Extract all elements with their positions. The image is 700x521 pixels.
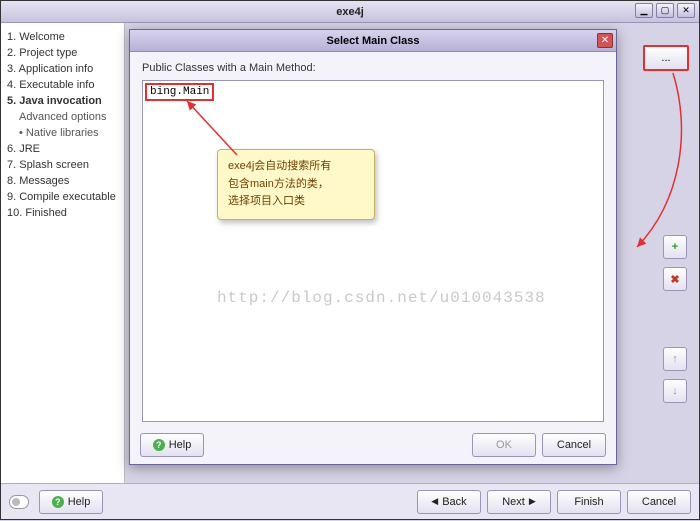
help-icon: ?: [153, 439, 165, 451]
dialog-footer: ? Help OK Cancel: [130, 426, 616, 464]
class-listbox[interactable]: bing.Main: [142, 80, 604, 422]
close-button[interactable]: ✕: [677, 3, 695, 18]
window-title: exe4j: [336, 6, 364, 18]
step-finished[interactable]: 10. Finished: [5, 205, 120, 221]
step-executable-info[interactable]: 4. Executable info: [5, 77, 120, 93]
browse-label: ...: [661, 52, 670, 64]
finish-label: Finish: [574, 496, 603, 508]
dialog-ok-button[interactable]: OK: [472, 433, 536, 457]
help-icon: ?: [52, 496, 64, 508]
dialog-label: Public Classes with a Main Method:: [142, 62, 604, 74]
window-controls: ▁ ▢ ✕: [635, 3, 695, 18]
delete-button[interactable]: ✖: [663, 267, 687, 291]
move-up-button[interactable]: ↑: [663, 347, 687, 371]
next-button[interactable]: Next ▶: [487, 490, 551, 514]
dialog-help-label: Help: [169, 439, 192, 451]
minimize-button[interactable]: ▁: [635, 3, 653, 18]
step-messages[interactable]: 8. Messages: [5, 173, 120, 189]
class-list-item[interactable]: bing.Main: [145, 83, 214, 101]
help-label: Help: [68, 496, 91, 508]
add-button[interactable]: +: [663, 235, 687, 259]
delete-icon: ✖: [670, 273, 679, 286]
step-compile-executable[interactable]: 9. Compile executable: [5, 189, 120, 205]
step-application-info[interactable]: 3. Application info: [5, 61, 120, 77]
step-native-libraries[interactable]: Native libraries: [5, 125, 120, 141]
callout-line-2: 包含main方法的类，: [228, 176, 364, 194]
arrow-up-icon: ↑: [672, 353, 678, 365]
step-advanced-options[interactable]: Advanced options: [5, 109, 120, 125]
dialog-close-button[interactable]: ✕: [597, 33, 613, 48]
plus-icon: +: [672, 241, 678, 253]
select-main-class-dialog: Select Main Class ✕ Public Classes with …: [129, 29, 617, 465]
back-label: Back: [442, 496, 466, 508]
wizard-steps: 1. Welcome 2. Project type 3. Applicatio…: [1, 23, 125, 483]
next-label: Next: [502, 496, 525, 508]
help-button[interactable]: ? Help: [39, 490, 103, 514]
window-titlebar: exe4j ▁ ▢ ✕: [1, 1, 699, 23]
dialog-cancel-button[interactable]: Cancel: [542, 433, 606, 457]
wizard-bottombar: ? Help ◀ Back Next ▶ Finish Cancel: [1, 483, 699, 519]
browse-button[interactable]: ...: [643, 45, 689, 71]
dialog-cancel-label: Cancel: [557, 439, 591, 451]
dialog-titlebar: Select Main Class ✕: [130, 30, 616, 52]
toggle-icon[interactable]: [9, 495, 29, 509]
move-down-button[interactable]: ↓: [663, 379, 687, 403]
back-button[interactable]: ◀ Back: [417, 490, 481, 514]
finish-button[interactable]: Finish: [557, 490, 621, 514]
dialog-ok-label: OK: [496, 439, 512, 451]
step-splash-screen[interactable]: 7. Splash screen: [5, 157, 120, 173]
cancel-label: Cancel: [642, 496, 676, 508]
dialog-title: Select Main Class: [327, 35, 420, 47]
step-welcome[interactable]: 1. Welcome: [5, 29, 120, 45]
arrow-down-icon: ↓: [672, 385, 678, 397]
chevron-right-icon: ▶: [529, 496, 536, 507]
chevron-left-icon: ◀: [431, 496, 438, 507]
annotation-callout: exe4j会自动搜索所有 包含main方法的类， 选择项目入口类: [217, 149, 375, 220]
step-project-type[interactable]: 2. Project type: [5, 45, 120, 61]
cancel-button[interactable]: Cancel: [627, 490, 691, 514]
step-jre[interactable]: 6. JRE: [5, 141, 120, 157]
callout-line-1: exe4j会自动搜索所有: [228, 158, 364, 176]
dialog-body: Public Classes with a Main Method: bing.…: [130, 52, 616, 426]
callout-line-3: 选择项目入口类: [228, 193, 364, 211]
maximize-button[interactable]: ▢: [656, 3, 674, 18]
list-side-buttons: + ✖ ↑ ↓: [663, 235, 687, 403]
dialog-help-button[interactable]: ? Help: [140, 433, 204, 457]
step-java-invocation[interactable]: 5. Java invocation: [5, 93, 120, 109]
